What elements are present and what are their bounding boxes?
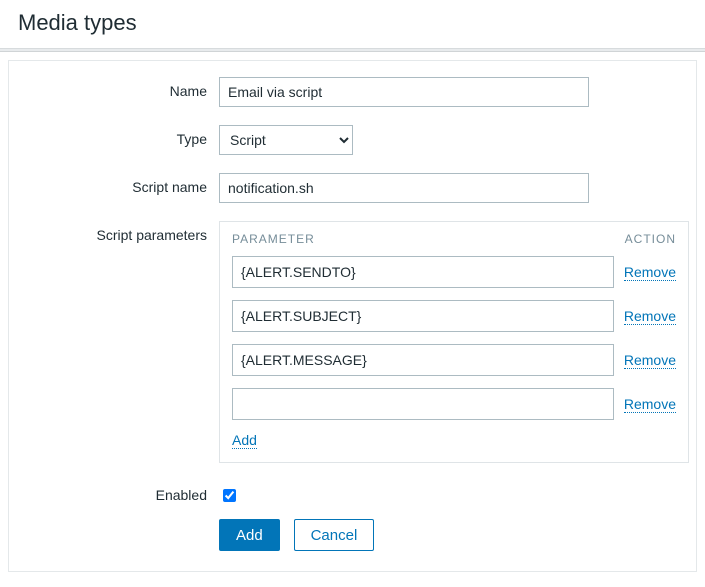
name-input[interactable] (219, 77, 589, 107)
type-label: Type (19, 125, 219, 147)
param-row: Remove (232, 344, 676, 376)
name-label: Name (19, 77, 219, 99)
param-input[interactable] (232, 388, 614, 420)
params-col-parameter: PARAMETER (232, 232, 315, 246)
param-remove-link[interactable]: Remove (624, 396, 676, 413)
enabled-checkbox[interactable] (223, 489, 236, 502)
param-remove-link[interactable]: Remove (624, 308, 676, 325)
script-name-label: Script name (19, 173, 219, 195)
enabled-label: Enabled (19, 481, 219, 503)
param-add-link[interactable]: Add (232, 432, 257, 449)
page-title: Media types (0, 0, 705, 48)
param-row: Remove (232, 388, 676, 420)
param-input[interactable] (232, 344, 614, 376)
param-row: Remove (232, 300, 676, 332)
param-remove-link[interactable]: Remove (624, 352, 676, 369)
script-name-input[interactable] (219, 173, 589, 203)
params-col-action: ACTION (625, 232, 676, 246)
script-parameters-label: Script parameters (19, 221, 219, 243)
cancel-button[interactable]: Cancel (294, 519, 375, 551)
type-select[interactable]: Script (219, 125, 353, 155)
param-remove-link[interactable]: Remove (624, 264, 676, 281)
param-input[interactable] (232, 256, 614, 288)
param-input[interactable] (232, 300, 614, 332)
add-button[interactable]: Add (219, 519, 280, 551)
media-type-form: Name Type Script Script name Script para… (8, 60, 697, 572)
title-divider (0, 48, 705, 52)
param-row: Remove (232, 256, 676, 288)
script-parameters-box: PARAMETER ACTION Remove Remove Remove (219, 221, 689, 463)
